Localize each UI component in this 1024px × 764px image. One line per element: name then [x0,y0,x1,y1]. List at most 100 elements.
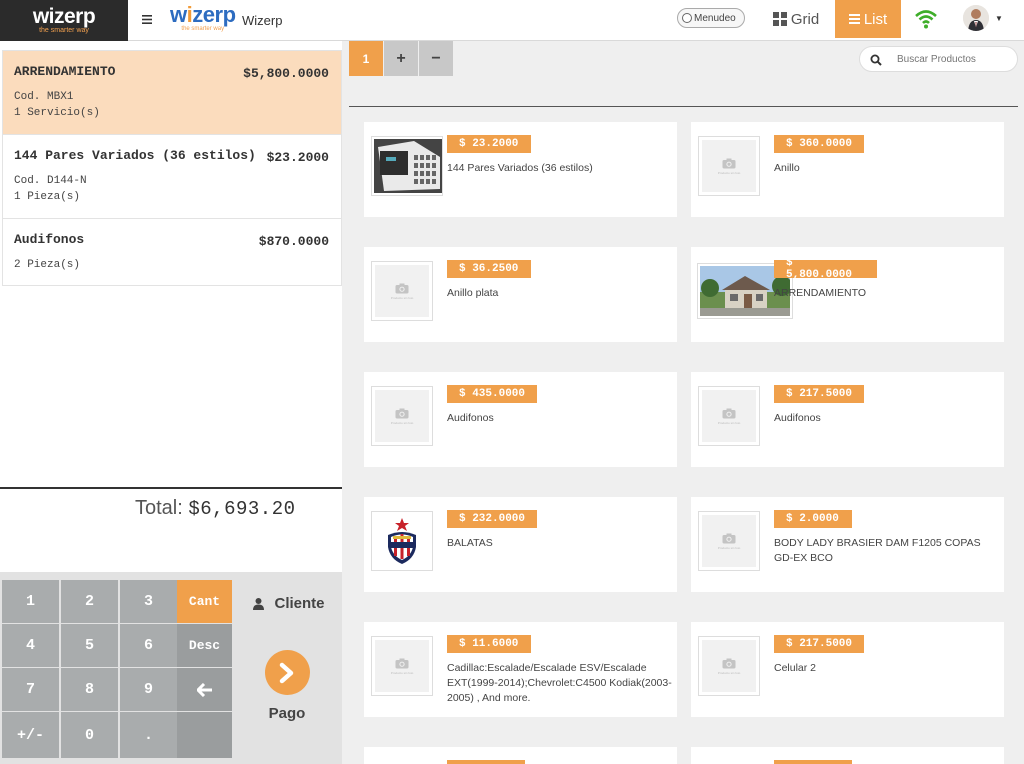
company-logo: wizerp the smarter way [170,4,236,33]
payment-button-label: Pago [268,705,306,722]
ticket-total: Total: $6,693.20 [135,497,296,520]
product-price-badge: $ 36.2500 [447,260,531,278]
key-plus-minus[interactable]: +/- [2,712,59,758]
divider [0,487,342,489]
total-label: Total: [135,497,183,519]
product-card[interactable]: Producto sin foto $ 2.0000 BODY LADY BRASI… [691,497,1004,592]
ticket-line[interactable]: 144 Pares Variados (36 estilos) $23.2000… [3,135,341,219]
product-name: 144 Pares Variados (36 estilos) [447,162,593,174]
top-bar: wizerp the smarter way wizerp the smarte… [0,0,1024,41]
product-card[interactable]: Producto sin foto $ 435.0000 Audifonos [364,372,677,467]
product-card[interactable]: Producto sin foto $ 11.6000 Cadillac:Escal… [364,622,677,717]
grid-view-button[interactable]: Grid [762,0,830,38]
avatar [963,5,989,31]
product-name: ARRENDAMIENTO [774,287,866,299]
ticket-line-code: Cod. MBX1 [14,91,74,103]
wifi-icon [914,8,938,30]
key-9[interactable]: 9 [120,668,177,711]
product-name: Anillo plata [447,287,499,299]
product-card[interactable] [364,747,677,764]
menudeo-toggle[interactable]: Menudeo [677,8,745,28]
camera-icon: Producto sin foto [698,636,760,696]
brand-wordmark: wizerp [32,4,96,28]
user-menu[interactable]: ▼ [963,5,1003,31]
ticket-line-price: $23.2000 [266,150,329,165]
key-5[interactable]: 5 [61,624,118,667]
product-price-badge [774,760,852,764]
backspace-button[interactable] [177,668,232,711]
customer-button-label: Cliente [274,594,325,612]
product-name: Celular 2 [774,662,817,674]
divider [349,106,1018,107]
product-photo [371,511,433,571]
product-card[interactable]: Producto sin foto $ 360.0000 Anillo [691,122,1004,217]
remove-ticket-button[interactable]: − [419,41,453,76]
key-7[interactable]: 7 [2,668,59,711]
add-ticket-button[interactable]: + [384,41,418,76]
camera-icon: Producto sin foto [698,511,760,571]
product-card[interactable]: $ 232.0000 BALATAS [364,497,677,592]
ticket-line[interactable]: ARRENDAMIENTO $5,800.0000 Cod. MBX1 1 Se… [3,51,341,135]
key-8[interactable]: 8 [61,668,118,711]
payment-button[interactable]: Pago [236,650,338,730]
product-card[interactable]: Producto sin foto $ 217.5000 Audifonos [691,372,1004,467]
ticket-line-qty: 1 Pieza(s) [14,191,81,203]
ticket-line-price: $5,800.0000 [243,66,329,81]
brand-tagline: the smarter way [39,26,89,34]
key-2[interactable]: 2 [61,580,118,623]
chevron-down-icon: ▼ [995,13,1003,23]
camera-icon: Producto sin foto [371,386,433,446]
discount-mode-button[interactable]: Desc [177,624,232,667]
ticket-line-qty: 1 Servicio(s) [14,107,100,119]
ticket-tabs: 1 + − [349,41,454,76]
product-price-badge: $ 360.0000 [774,135,864,153]
product-name: BODY LADY BRASIER DAM F1205 COPAS GD-EX … [774,537,981,564]
product-name: BALATAS [447,537,493,549]
user-icon [253,597,265,610]
product-price-badge: $ 2.0000 [774,510,852,528]
product-card[interactable]: Producto sin foto $ 217.5000 Celular 2 [691,622,1004,717]
ticket-tab-1[interactable]: 1 [349,41,383,76]
camera-icon: Producto sin foto [698,136,760,196]
product-price-badge: $ 217.5000 [774,635,864,653]
key-3[interactable]: 3 [120,580,177,623]
key-0[interactable]: 0 [61,712,118,758]
camera-icon: Producto sin foto [371,261,433,321]
customer-button[interactable]: Cliente [236,580,342,626]
product-search [859,46,1018,72]
product-price-badge: $ 5,800.0000 [774,257,877,281]
ticket-line-price: $870.0000 [258,234,329,249]
product-card[interactable] [691,747,1004,764]
key-1[interactable]: 1 [2,580,59,623]
arrow-left-icon [196,682,212,697]
product-card[interactable]: $ 5,800.0000 ARRENDAMIENTO [691,247,1004,342]
product-price-badge: $ 217.5000 [774,385,864,403]
search-input[interactable] [897,53,1012,65]
key-decimal[interactable]: . [120,712,177,758]
search-icon [870,53,882,66]
brand-logo[interactable]: wizerp the smarter way [0,0,128,41]
product-name: Audifonos [774,412,821,424]
menudeo-label: Menudeo [694,12,736,24]
product-price-badge: $ 232.0000 [447,510,537,528]
toggle-knob-icon [682,13,692,23]
product-card[interactable]: $ 23.2000 144 Pares Variados (36 estilos) [364,122,677,217]
blank-key [177,712,232,758]
product-card[interactable]: Producto sin foto $ 36.2500 Anillo plata [364,247,677,342]
quantity-mode-button[interactable]: Cant [177,580,232,623]
ticket-line-code: Cod. D144-N [14,175,87,187]
list-icon [848,14,860,24]
product-name: Cadillac:Escalade/Escalade ESV/Escalade … [447,662,672,704]
product-photo [371,136,443,196]
product-price-badge [447,760,525,764]
product-name: Audifonos [447,412,494,424]
product-price-badge: $ 435.0000 [447,385,537,403]
hamburger-menu-icon[interactable] [140,10,154,28]
key-6[interactable]: 6 [120,624,177,667]
ticket-line[interactable]: Audifonos $870.0000 2 Pieza(s) [3,219,341,287]
key-4[interactable]: 4 [2,624,59,667]
list-view-button[interactable]: List [835,0,901,38]
camera-icon: Producto sin foto [698,386,760,446]
ticket-line-qty: 2 Pieza(s) [14,259,81,271]
app-name: Wizerp [242,13,283,28]
